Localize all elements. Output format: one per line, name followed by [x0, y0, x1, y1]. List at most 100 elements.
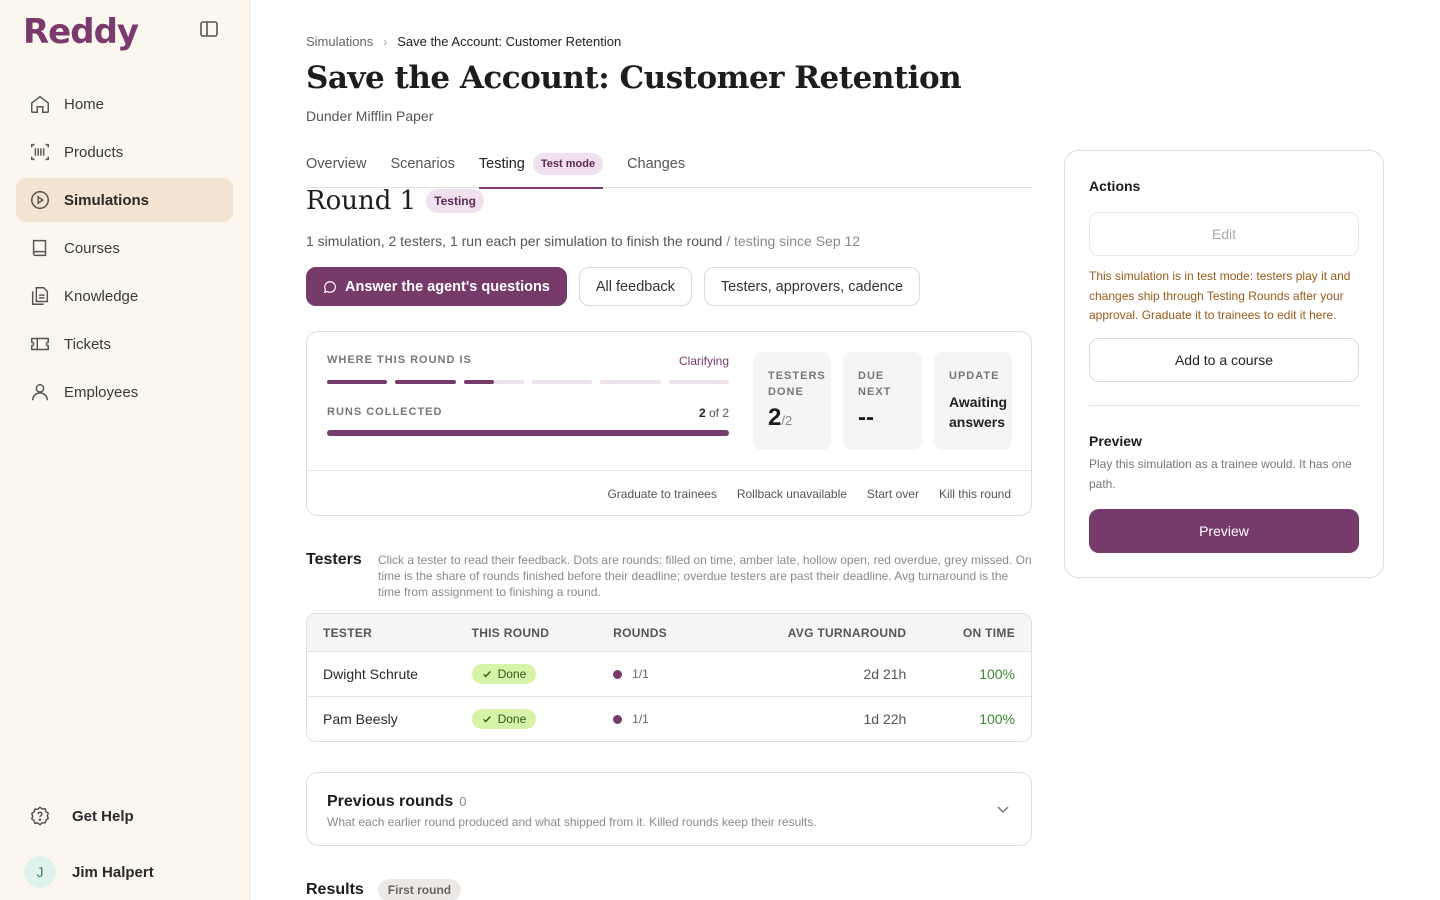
- sidebar: Reddy Home Products Simulations Courses …: [0, 0, 250, 900]
- actions-heading: Actions: [1089, 178, 1141, 194]
- sidebar-item-tickets[interactable]: Tickets: [16, 322, 233, 366]
- user-menu[interactable]: J Jim Halpert: [24, 856, 154, 888]
- get-help-label: Get Help: [72, 807, 134, 825]
- graduate-link[interactable]: Graduate to trainees: [607, 487, 716, 501]
- sidebar-item-employees[interactable]: Employees: [16, 370, 233, 414]
- stat-label-line: DONE: [768, 386, 804, 398]
- home-icon: [28, 92, 52, 116]
- column-header: ROUNDS: [613, 625, 667, 640]
- update-label: UPDATE: [949, 370, 1000, 382]
- round-status-card: WHERE THIS ROUND IS Clarifying RUNS COLL…: [306, 331, 1032, 516]
- rounds-count: 1/1: [632, 712, 649, 726]
- all-feedback-button[interactable]: All feedback: [578, 267, 692, 306]
- stage-segment: [532, 380, 593, 384]
- round-footer-actions: Graduate to trainees Rollback unavailabl…: [307, 470, 1031, 516]
- sidebar-item-label: Employees: [64, 383, 139, 401]
- tester-name: Pam Beesly: [323, 711, 398, 727]
- rounds-value: 1/1: [613, 712, 753, 726]
- chevron-down-icon[interactable]: [995, 801, 1011, 822]
- answer-questions-label: Answer the agent's questions: [345, 278, 550, 295]
- stage-label: Clarifying: [678, 354, 729, 368]
- runs-value: 2 of 2: [699, 406, 729, 420]
- round-status-cell: Done: [471, 709, 614, 729]
- rollback-link[interactable]: Rollback unavailable: [737, 487, 847, 501]
- kill-round-link[interactable]: Kill this round: [939, 487, 1011, 501]
- stat-label-line: TESTERS: [768, 370, 826, 382]
- runs-total: of 2: [705, 406, 729, 420]
- barcode-icon: [28, 140, 52, 164]
- stage-segment: [327, 380, 388, 384]
- round-actions: Answer the agent's questions All feedbac…: [306, 267, 932, 306]
- rounds-count: 1/1: [632, 667, 649, 681]
- sidebar-item-label: Simulations: [64, 191, 150, 209]
- where-label: WHERE THIS ROUND IS: [327, 354, 472, 366]
- start-over-link[interactable]: Start over: [867, 487, 919, 501]
- tab-changes[interactable]: Changes: [627, 140, 685, 188]
- rounds-cell: 1/1: [613, 667, 753, 681]
- turnaround-cell: 1d 22h: [863, 711, 907, 727]
- page-subtitle: Dunder Mifflin Paper: [306, 108, 434, 124]
- stat-label-line: DUE: [858, 370, 885, 382]
- runs-done: 2: [698, 406, 706, 420]
- app-logo[interactable]: Reddy: [23, 12, 139, 52]
- testers-settings-button[interactable]: Testers, approvers, cadence: [703, 267, 921, 306]
- preview-button[interactable]: Preview: [1089, 509, 1359, 553]
- due-next-stat: DUE NEXT --: [843, 352, 922, 450]
- runs-progress-bar: [327, 430, 729, 436]
- answer-questions-button[interactable]: Answer the agent's questions: [306, 267, 567, 306]
- avatar: J: [24, 856, 56, 888]
- round-dot: [613, 714, 623, 724]
- divider: [1089, 405, 1359, 406]
- column-header: THIS ROUND: [471, 625, 550, 640]
- previous-rounds-accordion[interactable]: Previous rounds 0 What each earlier round…: [306, 772, 1032, 846]
- results-header: Results First round: [306, 879, 462, 900]
- book-icon: [28, 236, 52, 260]
- sidebar-item-label: Knowledge: [64, 287, 139, 305]
- sidebar-item-label: Tickets: [64, 335, 111, 353]
- due-next-value: --: [858, 404, 874, 431]
- sidebar-item-courses[interactable]: Courses: [16, 226, 233, 270]
- sidebar-item-knowledge[interactable]: Knowledge: [16, 274, 233, 318]
- rounds-cell: 1/1: [613, 712, 753, 726]
- round-status-cell: Done: [471, 664, 614, 684]
- add-to-course-button[interactable]: Add to a course: [1089, 338, 1359, 382]
- preview-description: Play this simulation as a trainee would.…: [1089, 457, 1352, 491]
- previous-rounds-count: 0: [459, 794, 467, 809]
- sidebar-item-products[interactable]: Products: [16, 130, 233, 174]
- edit-button[interactable]: Edit: [1089, 212, 1359, 256]
- update-line: answers: [949, 414, 1006, 430]
- help-icon: [28, 804, 52, 828]
- stat-label: TESTERS DONE: [768, 368, 825, 400]
- update-value: Awaiting answers: [949, 392, 1007, 432]
- testers-header: Testers Click a tester to read their fee…: [306, 551, 1032, 600]
- tab-testing[interactable]: Testing Test mode: [478, 140, 604, 189]
- breadcrumb-current: Save the Account: Customer Retention: [397, 34, 622, 49]
- test-mode-badge: Test mode: [532, 153, 604, 175]
- get-help-button[interactable]: Get Help: [28, 804, 134, 828]
- sidebar-item-home[interactable]: Home: [16, 82, 233, 126]
- sidebar-nav: Home Products Simulations Courses Knowle…: [16, 82, 233, 418]
- round-summary: 1 simulation, 2 testers, 1 run each per …: [306, 233, 723, 249]
- stat-label: DUE NEXT: [858, 368, 907, 400]
- sidebar-toggle-icon[interactable]: [199, 20, 219, 38]
- user-name: Jim Halpert: [72, 863, 154, 881]
- preview-heading: Preview: [1089, 433, 1142, 449]
- tab-bar: Overview Scenarios Testing Test mode Chan…: [306, 140, 1032, 189]
- testers-note: Click a tester to read their feedback. D…: [378, 553, 1032, 599]
- page-title: Save the Account: Customer Retention: [306, 60, 962, 96]
- sidebar-item-simulations[interactable]: Simulations: [16, 178, 233, 222]
- table-row[interactable]: Dwight Schrute Done 1/1 2d 21h 100%: [307, 651, 1031, 696]
- table-row[interactable]: Pam Beesly Done 1/1 1d 22h 100%: [307, 696, 1031, 741]
- breadcrumb: Simulations › Save the Account: Customer…: [306, 34, 621, 49]
- update-stat: UPDATE Awaiting answers: [934, 352, 1012, 450]
- stage-segment: [668, 380, 729, 384]
- user-icon: [28, 380, 52, 404]
- tab-label: Overview: [306, 156, 367, 172]
- runs-label: RUNS COLLECTED: [327, 406, 443, 418]
- status-badge: Testing: [426, 189, 484, 213]
- breadcrumb-simulations[interactable]: Simulations: [306, 34, 373, 49]
- test-mode-note: This simulation is in test mode: testers…: [1089, 269, 1351, 322]
- done-label: Done: [497, 667, 527, 681]
- tab-scenarios[interactable]: Scenarios: [390, 140, 454, 188]
- tab-overview[interactable]: Overview: [306, 140, 366, 188]
